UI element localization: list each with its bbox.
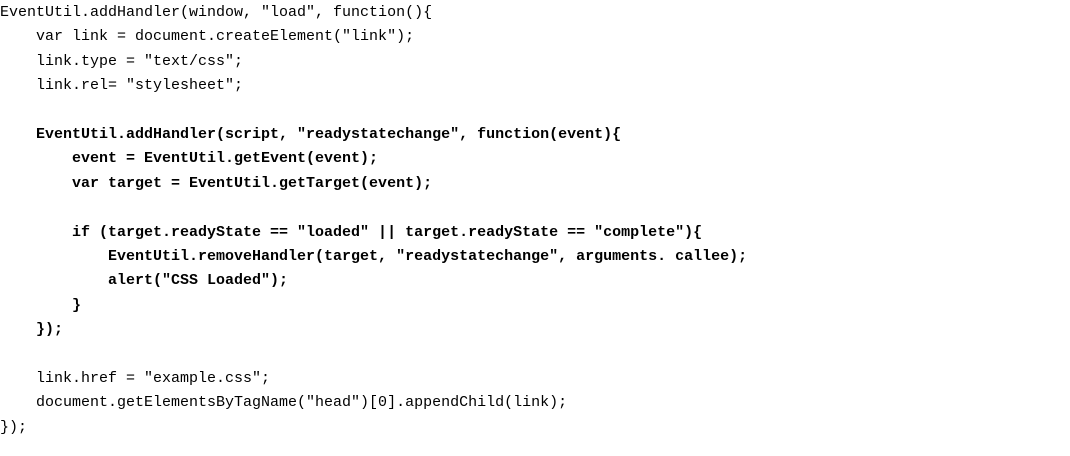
code-line: }	[0, 297, 82, 314]
code-listing: EventUtil.addHandler(window, "load", fun…	[0, 0, 1070, 456]
code-line: EventUtil.addHandler(script, "readystate…	[0, 126, 622, 143]
code-line: });	[0, 321, 64, 338]
code-line: var link = document.createElement("link"…	[0, 28, 415, 45]
code-line: link.rel= "stylesheet";	[0, 77, 244, 94]
code-line: link.type = "text/css";	[0, 53, 244, 70]
code-line: document.getElementsByTagName("head")[0]…	[0, 394, 568, 411]
code-line: });	[0, 419, 28, 436]
code-line: event = EventUtil.getEvent(event);	[0, 150, 379, 167]
code-line: var target = EventUtil.getTarget(event);	[0, 175, 433, 192]
code-line: alert("CSS Loaded");	[0, 272, 289, 289]
code-line: link.href = "example.css";	[0, 370, 271, 387]
code-line: EventUtil.addHandler(window, "load", fun…	[0, 4, 433, 21]
code-line: EventUtil.removeHandler(target, "readyst…	[0, 248, 748, 265]
code-line: if (target.readyState == "loaded" || tar…	[0, 224, 703, 241]
